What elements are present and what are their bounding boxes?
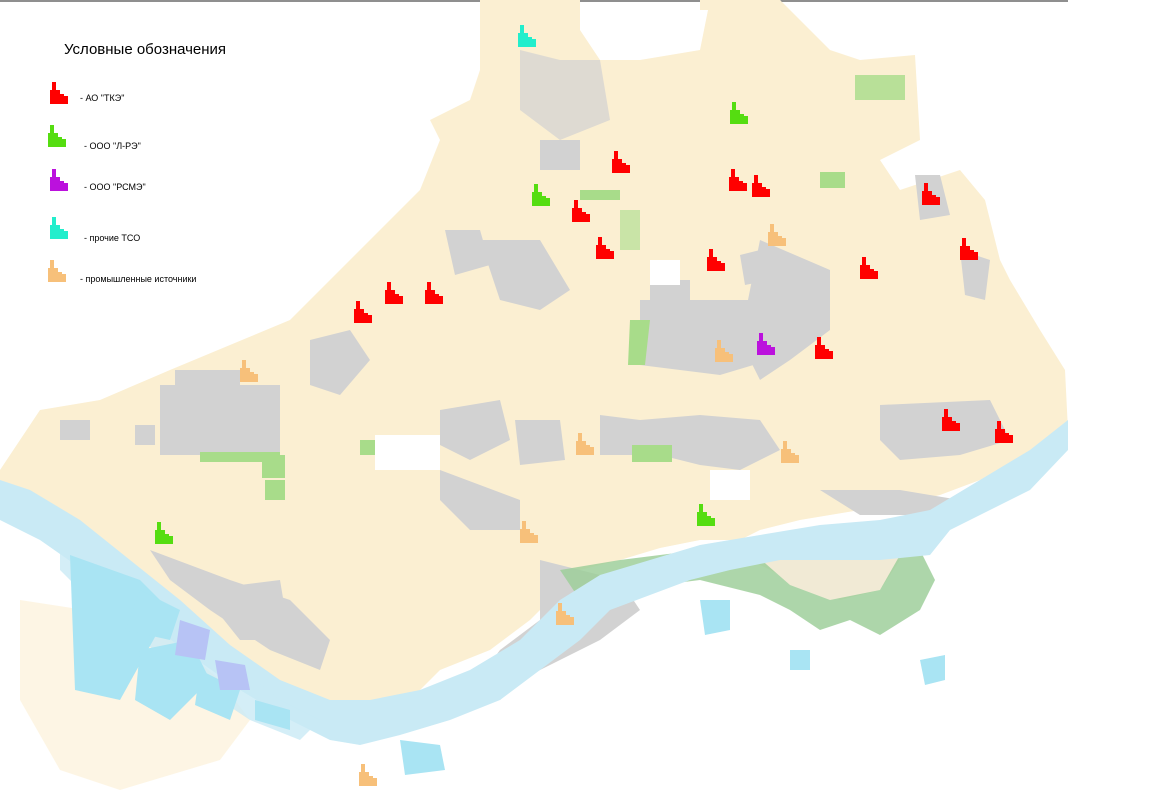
legend-item-lre: - ООО "Л-РЭ"	[48, 125, 141, 151]
legend-label: - ООО "РСМЭ"	[84, 182, 146, 192]
legend-label: - промышленные источники	[80, 274, 196, 284]
legend-item-rsme: - ООО "РСМЭ"	[50, 169, 146, 192]
legend-item-tke: - АО "ТКЭ"	[50, 82, 124, 104]
legend-title: Условные обозначения	[64, 41, 226, 58]
legend-label: - прочие ТСО	[84, 233, 140, 243]
legend-item-industrial: - промышленные источники	[48, 260, 196, 284]
chimney-icon	[50, 169, 68, 191]
chimney-icon	[359, 764, 377, 786]
heat-supply-map: Условные обозначения - АО "ТКЭ" - ООО "Л…	[0, 0, 1068, 790]
chimney-icon	[50, 82, 68, 104]
chimney-icon	[50, 217, 68, 239]
chimney-icon	[48, 260, 66, 282]
legend-label: - АО "ТКЭ"	[80, 93, 124, 103]
map-legend: Условные обозначения - АО "ТКЭ" - ООО "Л…	[48, 41, 226, 284]
legend-item-other: - прочие ТСО	[50, 217, 140, 243]
legend-label: - ООО "Л-РЭ"	[84, 141, 141, 151]
chimney-icon	[48, 125, 66, 147]
